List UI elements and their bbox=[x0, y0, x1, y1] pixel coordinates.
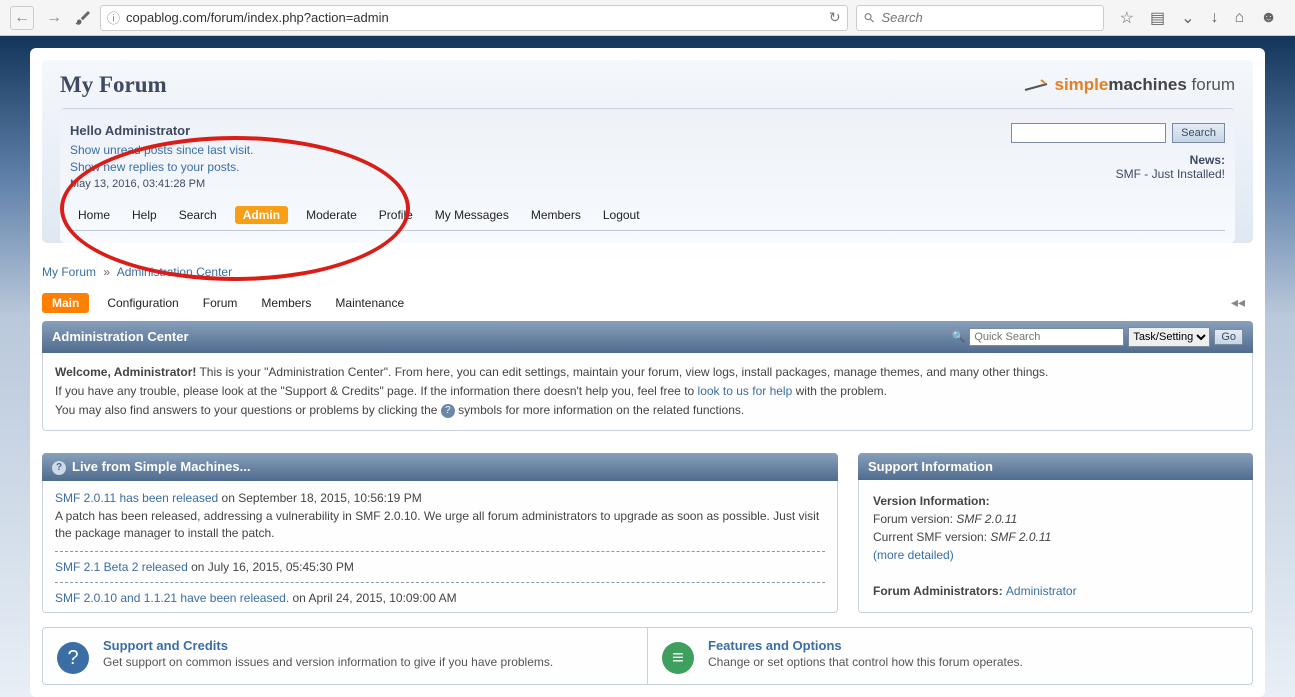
admin-tab-forum[interactable]: Forum bbox=[197, 293, 244, 313]
features-options-cell[interactable]: ≡ Features and Options Change or set opt… bbox=[647, 628, 1252, 684]
feedback-icon[interactable]: ☻ bbox=[1260, 9, 1277, 27]
news-block: News: SMF - Just Installed! bbox=[1116, 153, 1225, 181]
pocket-icon[interactable]: ⌄ bbox=[1181, 8, 1194, 28]
support-titlebar: Support Information bbox=[858, 453, 1253, 480]
features-icon: ≡ bbox=[662, 642, 694, 674]
support-panel: Version Information: Forum version: SMF … bbox=[858, 480, 1253, 613]
admin-center-title: Administration Center bbox=[52, 329, 189, 344]
page-background: My Forum simplemachines forum ⌃ Hello Ad… bbox=[0, 36, 1295, 697]
url-bar[interactable]: ⓘ copablog.com/forum/index.php?action=ad… bbox=[100, 5, 848, 31]
forum-container: My Forum simplemachines forum ⌃ Hello Ad… bbox=[30, 48, 1265, 697]
url-text: copablog.com/forum/index.php?action=admi… bbox=[126, 10, 823, 25]
browser-toolbar-icons: ☆ ▤ ⌄ ↓ ⌂ ☻ bbox=[1112, 8, 1285, 28]
welcome-box: Welcome, Administrator! This is your "Ad… bbox=[42, 353, 1253, 432]
bottom-row: ? Support and Credits Get support on com… bbox=[42, 627, 1253, 685]
help-icon[interactable]: ? bbox=[52, 461, 66, 475]
quick-search-go[interactable]: Go bbox=[1214, 329, 1243, 345]
back-button[interactable]: ← bbox=[10, 6, 34, 30]
admin-tab-configuration[interactable]: Configuration bbox=[101, 293, 184, 313]
menu-moderate[interactable]: Moderate bbox=[302, 206, 361, 224]
breadcrumb-current[interactable]: Administration Center bbox=[117, 265, 232, 279]
news-body: A patch has been released, addressing a … bbox=[55, 508, 825, 543]
menu-logout[interactable]: Logout bbox=[599, 206, 644, 224]
news-date: on April 24, 2015, 10:09:00 AM bbox=[289, 591, 456, 605]
identity-icon bbox=[74, 9, 92, 27]
list-item: SMF 2.0.10 and 1.1.21 have been released… bbox=[55, 591, 825, 610]
bookmark-icon[interactable]: ☆ bbox=[1120, 8, 1134, 28]
news-label: News: bbox=[1116, 153, 1225, 167]
downloads-icon[interactable]: ↓ bbox=[1210, 9, 1218, 27]
admin-tab-main[interactable]: Main bbox=[42, 293, 89, 313]
info-icon: ⓘ bbox=[107, 8, 120, 27]
forum-search-box: Search bbox=[1011, 123, 1225, 143]
help-link[interactable]: look to us for help bbox=[698, 384, 793, 398]
more-detailed-link[interactable]: (more detailed) bbox=[873, 548, 954, 562]
admin-quick-search: 🔍 Task/Setting Go bbox=[952, 327, 1243, 347]
reload-button[interactable]: ↻ bbox=[829, 9, 841, 26]
content: My Forum » Administration Center Main Con… bbox=[42, 265, 1253, 686]
support-icon: ? bbox=[57, 642, 89, 674]
news-headline-link[interactable]: SMF 2.0.11 has been released bbox=[55, 491, 218, 505]
browser-search-input[interactable] bbox=[881, 10, 1096, 25]
breadcrumb: My Forum » Administration Center bbox=[42, 265, 1253, 293]
news-date: on July 16, 2015, 05:45:30 PM bbox=[188, 560, 354, 574]
search-icon bbox=[863, 11, 876, 25]
main-menu: Home Help Search Admin Moderate Profile My Mes… bbox=[70, 190, 1225, 231]
menu-members[interactable]: Members bbox=[527, 206, 585, 224]
breadcrumb-root[interactable]: My Forum bbox=[42, 265, 96, 279]
live-titlebar: ?Live from Simple Machines... bbox=[42, 453, 838, 481]
forum-search-button[interactable]: Search bbox=[1172, 123, 1225, 143]
home-icon[interactable]: ⌂ bbox=[1234, 9, 1244, 27]
news-headline-link[interactable]: SMF 2.0.10 and 1.1.21 have been released… bbox=[55, 591, 289, 605]
menu-search[interactable]: Search bbox=[175, 206, 221, 224]
unread-posts-link[interactable]: Show unread posts since last visit. bbox=[70, 143, 253, 157]
smf-logo-icon bbox=[1023, 78, 1049, 92]
admin-tab-members[interactable]: Members bbox=[255, 293, 317, 313]
help-icon[interactable]: ? bbox=[441, 404, 455, 418]
menu-help[interactable]: Help bbox=[128, 206, 161, 224]
forward-button[interactable]: → bbox=[42, 6, 66, 30]
current-time: May 13, 2016, 03:41:28 PM bbox=[70, 178, 1225, 190]
col-left: ?Live from Simple Machines... SMF 2.0.11… bbox=[42, 443, 838, 613]
news-body: A patch has been released, addressing a … bbox=[55, 608, 825, 610]
new-replies-link[interactable]: Show new replies to your posts. bbox=[70, 160, 239, 174]
quick-search-input[interactable] bbox=[969, 328, 1124, 346]
smf-logo[interactable]: simplemachines forum bbox=[1023, 75, 1236, 95]
reader-icon[interactable]: ▤ bbox=[1150, 8, 1165, 28]
browser-search[interactable] bbox=[856, 5, 1104, 31]
col-right: Support Information Version Information:… bbox=[858, 443, 1253, 613]
support-credits-cell[interactable]: ? Support and Credits Get support on com… bbox=[43, 628, 647, 684]
search-icon: 🔍 bbox=[952, 330, 966, 343]
admin-tab-maintenance[interactable]: Maintenance bbox=[329, 293, 410, 313]
user-block: Hello Administrator Show unread posts si… bbox=[60, 108, 1235, 243]
forum-search-input[interactable] bbox=[1011, 123, 1166, 143]
news-headline-link[interactable]: SMF 2.1 Beta 2 released bbox=[55, 560, 188, 574]
live-panel: SMF 2.0.11 has been released on Septembe… bbox=[42, 481, 838, 613]
prev-arrow-icon[interactable]: ◂◂ bbox=[1231, 294, 1245, 311]
menu-my-messages[interactable]: My Messages bbox=[431, 206, 513, 224]
forum-title[interactable]: My Forum bbox=[60, 72, 167, 98]
browser-toolbar: ← → ⓘ copablog.com/forum/index.php?actio… bbox=[0, 0, 1295, 36]
quick-search-select[interactable]: Task/Setting bbox=[1128, 327, 1210, 347]
live-scroll[interactable]: SMF 2.0.11 has been released on Septembe… bbox=[45, 483, 835, 610]
menu-admin[interactable]: Admin bbox=[235, 206, 288, 224]
menu-profile[interactable]: Profile bbox=[375, 206, 417, 224]
administrator-link[interactable]: Administrator bbox=[1006, 584, 1077, 598]
header-band: My Forum simplemachines forum ⌃ Hello Ad… bbox=[42, 60, 1253, 243]
admin-center-titlebar: Administration Center 🔍 Task/Setting Go bbox=[42, 321, 1253, 353]
news-text: SMF - Just Installed! bbox=[1116, 167, 1225, 181]
list-item: SMF 2.1 Beta 2 released on July 16, 2015… bbox=[55, 560, 825, 583]
menu-home[interactable]: Home bbox=[74, 206, 114, 224]
admin-tabs: Main Configuration Forum Members Maintenance… bbox=[42, 293, 1253, 313]
list-item: SMF 2.0.11 has been released on Septembe… bbox=[55, 491, 825, 552]
news-date: on September 18, 2015, 10:56:19 PM bbox=[218, 491, 421, 505]
